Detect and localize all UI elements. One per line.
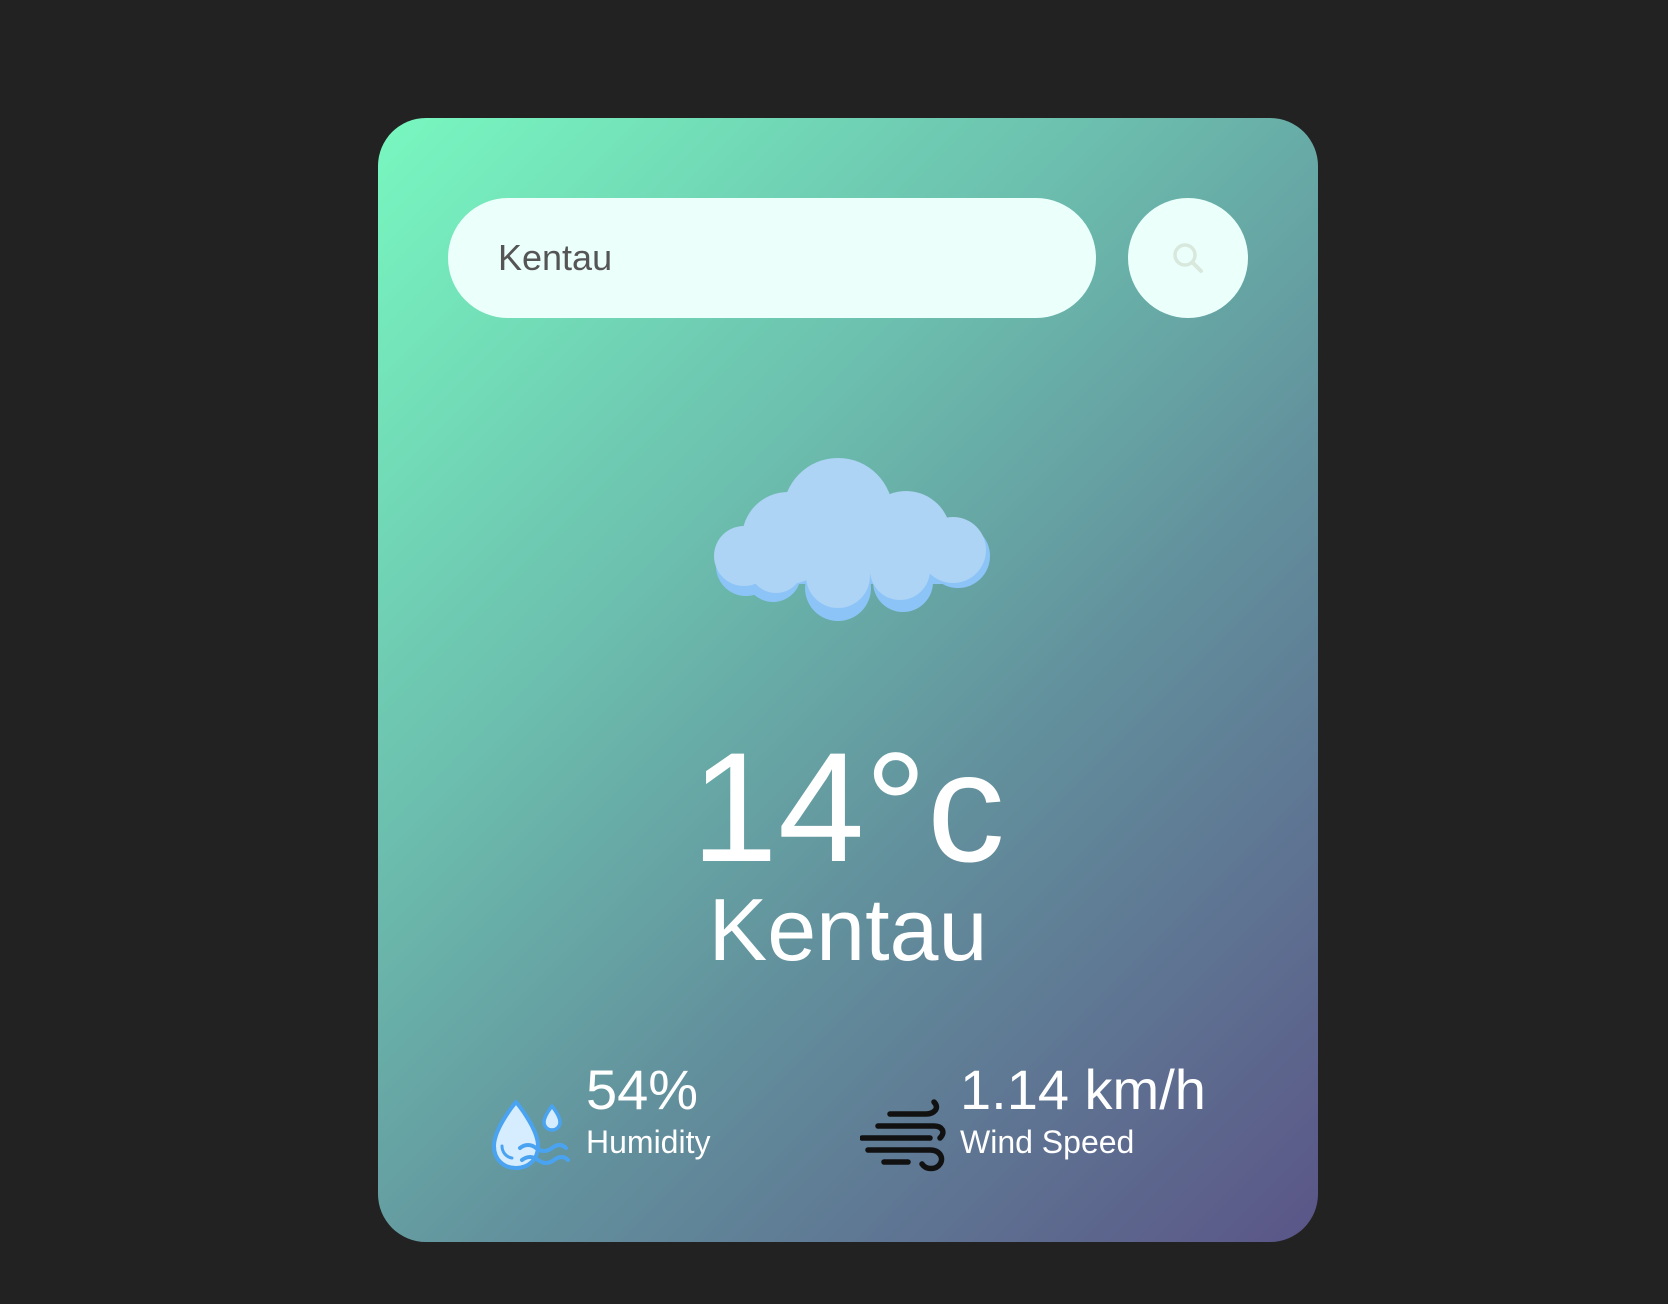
humidity-value: 54% (586, 1058, 699, 1121)
wind-icon (860, 1099, 946, 1172)
temperature: 14°c (691, 721, 1005, 895)
weather-card: 14°c Kentau 54% Humidity (378, 118, 1318, 1242)
city-search-input[interactable] (448, 198, 1096, 318)
humidity-label: Humidity (586, 1124, 711, 1160)
city-name: Kentau (708, 880, 988, 979)
search-icon (1173, 243, 1203, 273)
humidity-icon (492, 1100, 570, 1170)
wind-speed-value: 1.14 km/h (960, 1058, 1206, 1121)
wind-speed-label: Wind Speed (960, 1124, 1135, 1160)
cloud-icon (714, 458, 990, 621)
search-bar (448, 198, 1248, 318)
weather-details: 54% Humidity 1.14 km/h Wind Speed (378, 1058, 1318, 1178)
search-button[interactable] (1128, 198, 1248, 318)
